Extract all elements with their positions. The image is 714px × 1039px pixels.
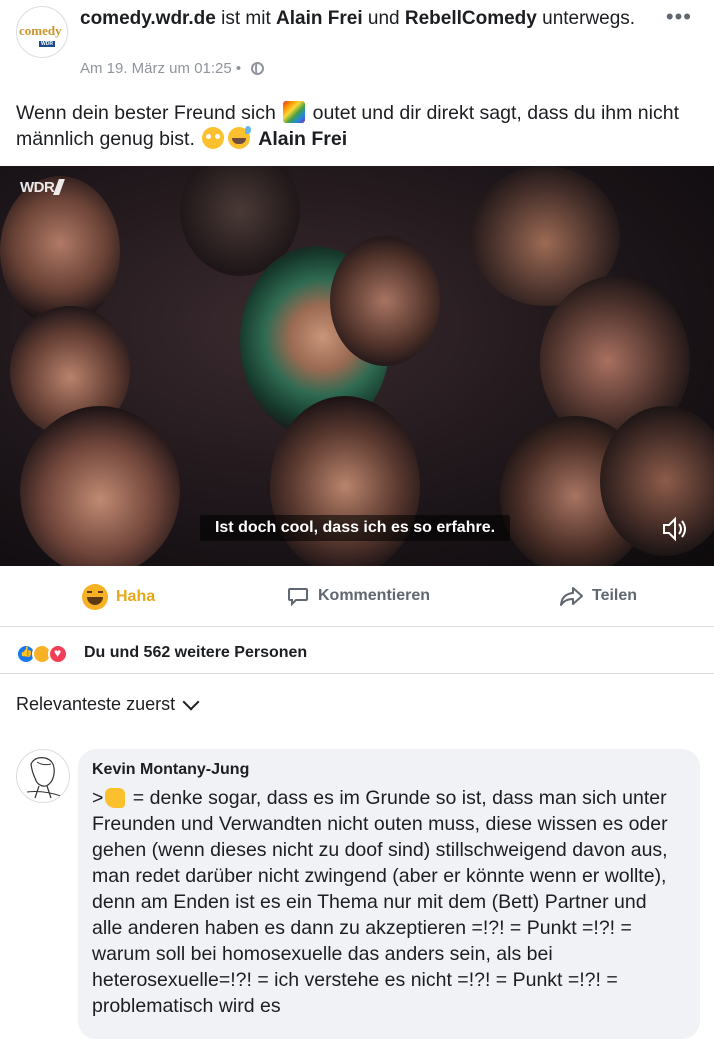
globe-icon [251,62,265,75]
love-reaction-icon [48,644,68,664]
share-label: Teilen [592,587,638,604]
thumbs-up-icon [105,788,126,808]
share-button[interactable]: Teilen [558,584,637,608]
audience-figure [330,236,440,366]
haha-label: Haha [116,588,156,605]
page-avatar[interactable]: comedy WDR [16,6,68,58]
chevron-down-icon [182,693,200,710]
commenter-avatar[interactable] [16,749,70,803]
share-icon [560,587,583,606]
post-text: Wenn dein bester Freund sich outet und d… [16,100,696,152]
page-name-link[interactable]: comedy.wdr.de [80,8,216,29]
comment-author[interactable]: Kevin Montany-Jung [92,761,249,779]
reactions-text: Du und 562 weitere Personen [84,644,308,661]
video-player[interactable]: WDR Ist doch cool, dass ich es so erfahr… [0,166,714,566]
audience-figure [20,406,180,566]
avatar-logo-text: comedy [19,23,62,38]
avatar-logo-wdr: WDR [39,41,55,47]
meta-separator: • [231,60,246,77]
connector-text: unterwegs. [536,8,636,29]
rainbow-flag-icon [283,101,306,123]
post-header: comedy WDR comedy.wdr.de ist mit Alain F… [0,0,714,90]
comment-body: = denke sogar, dass es im Grunde so ist,… [92,787,668,1017]
video-subtitle: Ist doch cool, dass ich es so erfahre. [200,515,510,541]
sort-label: Relevanteste zuerst [16,694,176,714]
comment-text: > = denke sogar, dass es im Grunde so is… [92,785,682,1019]
comment-bubble: Kevin Montany-Jung > = denke sogar, dass… [78,749,700,1039]
comment-icon [288,588,308,607]
grinning-sweat-icon [228,126,252,149]
audience-figure [0,176,120,326]
post-title-line: comedy.wdr.de ist mit Alain Frei und Reb… [80,7,640,31]
wdr-logo: WDR [20,179,66,196]
comment-prefix: > [92,787,104,809]
speaker-icon[interactable] [660,514,690,544]
comment-button[interactable]: Kommentieren [286,584,430,608]
post-timestamp[interactable]: Am 19. März um 01:25 [80,60,232,77]
tagged-person-link[interactable]: Alain Frei [258,128,347,150]
wdr-logo-text: WDR [20,179,55,196]
more-options-icon[interactable]: ••• [666,4,692,30]
connector-text: ist mit [215,8,277,29]
post-meta: Am 19. März um 01:25 • [80,59,265,79]
comment-label: Kommentieren [318,587,431,604]
haha-button[interactable]: Haha [82,584,155,610]
sketch-portrait-icon [26,757,62,799]
flushed-face-icon [202,127,225,149]
haha-icon [82,584,108,610]
comment-sort-dropdown[interactable]: Relevanteste zuerst [16,693,200,715]
action-bar: Haha Kommentieren Teilen [0,566,714,627]
with-link-1[interactable]: Alain Frei [276,8,363,29]
post-text-part1: Wenn dein bester Freund sich [16,102,282,124]
connector-text: und [362,8,405,29]
reactions-summary[interactable]: Du und 562 weitere Personen [0,627,714,674]
with-link-2[interactable]: RebellComedy [405,8,537,29]
